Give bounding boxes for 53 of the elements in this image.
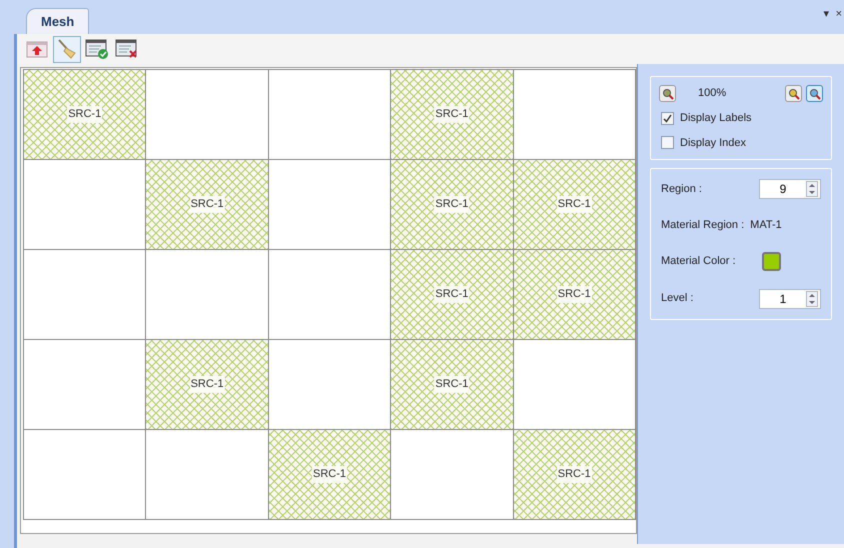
- cell-label: SRC-1: [434, 376, 470, 393]
- field-label: Region :: [661, 182, 702, 197]
- hatched-cell[interactable]: SRC-1: [514, 430, 636, 520]
- hatched-cell[interactable]: SRC-1: [268, 430, 392, 520]
- cell-label: SRC-1: [434, 286, 470, 303]
- magnifier-icon: [788, 88, 800, 100]
- zoom-button[interactable]: [659, 85, 676, 102]
- hatched-cell[interactable]: SRC-1: [391, 340, 514, 430]
- cell-label: SRC-1: [556, 466, 592, 483]
- field-label: Material Region :: [661, 218, 744, 233]
- toolbar-button[interactable]: [53, 36, 81, 62]
- hatched-cell[interactable]: SRC-1: [514, 160, 636, 250]
- window-control[interactable]: ×: [836, 6, 842, 22]
- level-spinner[interactable]: 1: [759, 288, 821, 308]
- field-label: Level :: [661, 291, 694, 306]
- spin-arrows-icon[interactable]: [806, 290, 818, 306]
- zoom-button[interactable]: [806, 85, 823, 102]
- hatched-cell[interactable]: SRC-1: [24, 70, 146, 160]
- window-control[interactable]: ▾: [824, 6, 830, 22]
- zoom-level: 100%: [698, 86, 728, 102]
- cell-label: SRC-1: [190, 196, 225, 213]
- checkbox[interactable]: [661, 112, 674, 125]
- zoom-button[interactable]: [785, 85, 802, 102]
- brush-icon: [56, 38, 78, 60]
- hatched-cell[interactable]: SRC-1: [146, 160, 269, 250]
- magnifier-icon: [662, 88, 674, 100]
- hatched-cell[interactable]: SRC-1: [391, 160, 514, 250]
- cell-label: SRC-1: [434, 196, 470, 213]
- tab[interactable]: Mesh: [26, 8, 90, 34]
- hatched-cell[interactable]: SRC-1: [146, 340, 269, 430]
- region-spinner[interactable]: 9: [759, 179, 821, 199]
- cell-label: SRC-1: [556, 196, 592, 213]
- hatched-cell[interactable]: SRC-1: [391, 250, 514, 340]
- field-value: MAT-1: [750, 218, 782, 233]
- hatched-cell[interactable]: SRC-1: [514, 250, 636, 340]
- checkbox-label: Display Index: [680, 136, 746, 150]
- checkbox-label: Display Labels: [680, 111, 752, 126]
- spinner-value: 9: [778, 181, 788, 198]
- spinner-value: 1: [778, 290, 788, 308]
- color-swatch[interactable]: [762, 252, 781, 270]
- spin-arrows-icon[interactable]: [806, 181, 818, 197]
- check-icon: [663, 114, 672, 123]
- field-label: Material Color :: [661, 254, 736, 269]
- checkbox[interactable]: [661, 136, 674, 150]
- cell-label: SRC-1: [190, 376, 225, 393]
- cell-label: SRC-1: [312, 466, 347, 483]
- cell-label: SRC-1: [67, 106, 102, 123]
- hatched-cell[interactable]: SRC-1: [391, 70, 514, 160]
- cell-label: SRC-1: [556, 286, 592, 303]
- magnifier-icon: [808, 88, 820, 100]
- window-close-icon: [115, 38, 139, 60]
- window-check-icon: [85, 38, 109, 60]
- cell-label: SRC-1: [434, 106, 470, 123]
